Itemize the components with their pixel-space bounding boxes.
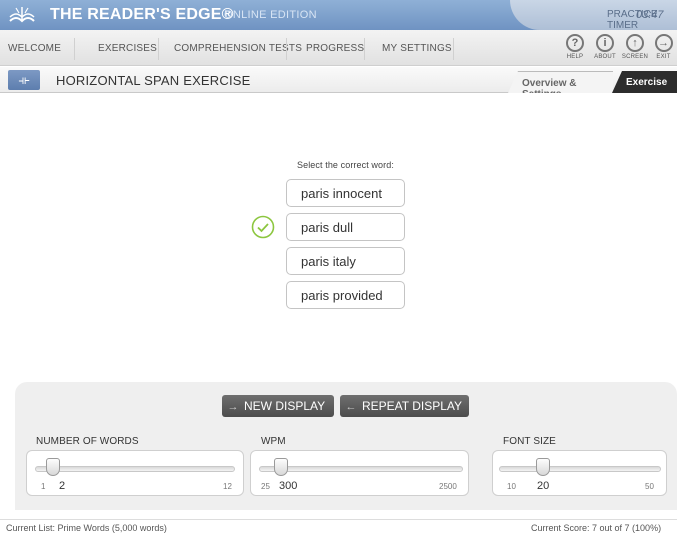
status-bar: Current List: Prime Words (5,000 words) … bbox=[0, 519, 677, 535]
nav-exercises[interactable]: EXERCISES bbox=[98, 43, 157, 54]
slider-thumb[interactable] bbox=[535, 458, 550, 476]
repeat-display-button[interactable]: ← REPEAT DISPLAY bbox=[340, 395, 469, 417]
tab-exercise[interactable]: Exercise bbox=[612, 71, 677, 93]
exit-button[interactable]: → EXIT bbox=[650, 34, 677, 64]
word-option[interactable]: paris innocent bbox=[286, 179, 405, 207]
slider-track[interactable] bbox=[35, 466, 235, 472]
help-button[interactable]: ? HELP bbox=[560, 34, 590, 64]
new-display-button[interactable]: → NEW DISPLAY bbox=[222, 395, 334, 417]
nav-progress[interactable]: PROGRESS bbox=[306, 43, 364, 54]
about-button[interactable]: i ABOUT bbox=[590, 34, 620, 64]
help-icon: ? bbox=[566, 34, 584, 52]
exit-icon: → bbox=[654, 34, 673, 52]
arrow-right-icon: → bbox=[227, 401, 239, 413]
edition-label: ONLINE EDITION bbox=[224, 9, 317, 21]
slider-thumb[interactable] bbox=[46, 458, 60, 476]
number-of-words-value: 2 bbox=[59, 480, 66, 492]
practice-timer-value: 03:47 bbox=[636, 9, 664, 21]
main-nav: WELCOME EXERCISES COMPREHENSION TESTS PR… bbox=[0, 30, 677, 66]
number-of-words-slider: 1 2 12 bbox=[26, 450, 244, 496]
current-score: Current Score: 7 out of 7 (100%) bbox=[531, 523, 662, 533]
number-of-words-label: NUMBER OF WORDS bbox=[36, 436, 139, 447]
word-option[interactable]: paris dull bbox=[286, 213, 405, 241]
nav-welcome[interactable]: WELCOME bbox=[8, 43, 61, 54]
nav-my-settings[interactable]: MY SETTINGS bbox=[382, 43, 452, 54]
page-title-bar: ⟛ HORIZONTAL SPAN EXERCISE Overview & Se… bbox=[0, 67, 677, 93]
current-list: Current List: Prime Words (5,000 words) bbox=[6, 523, 167, 533]
info-icon: i bbox=[596, 34, 614, 52]
wpm-value: 300 bbox=[279, 480, 298, 492]
slider-thumb[interactable] bbox=[274, 458, 289, 476]
screen-icon: ↑ bbox=[626, 34, 644, 52]
word-option[interactable]: paris provided bbox=[286, 281, 405, 309]
brand-name: THE READER'S EDGE® bbox=[50, 6, 234, 23]
screen-button[interactable]: ↑ SCREEN bbox=[620, 34, 650, 64]
font-size-slider: 10 20 50 bbox=[492, 450, 667, 496]
slider-track[interactable] bbox=[259, 466, 463, 472]
exercise-prompt: Select the correct word: bbox=[297, 160, 394, 170]
tab-overview-settings[interactable]: Overview & Settings bbox=[508, 71, 613, 93]
wpm-label: WPM bbox=[261, 436, 286, 447]
font-size-value: 20 bbox=[537, 480, 550, 492]
correct-check-icon bbox=[251, 215, 275, 239]
font-size-label: FONT SIZE bbox=[503, 436, 556, 447]
nav-comprehension-tests[interactable]: COMPREHENSION TESTS bbox=[174, 43, 302, 54]
page-title: HORIZONTAL SPAN EXERCISE bbox=[56, 73, 251, 88]
book-logo-icon bbox=[9, 7, 35, 23]
word-option[interactable]: paris italy bbox=[286, 247, 405, 275]
horizontal-span-icon: ⟛ bbox=[8, 70, 40, 90]
wpm-slider: 25 300 2500 bbox=[250, 450, 469, 496]
app-header: THE READER'S EDGE® ONLINE EDITION PRACTI… bbox=[0, 0, 677, 31]
slider-track[interactable] bbox=[499, 466, 661, 472]
arrow-left-icon: ← bbox=[345, 401, 357, 413]
